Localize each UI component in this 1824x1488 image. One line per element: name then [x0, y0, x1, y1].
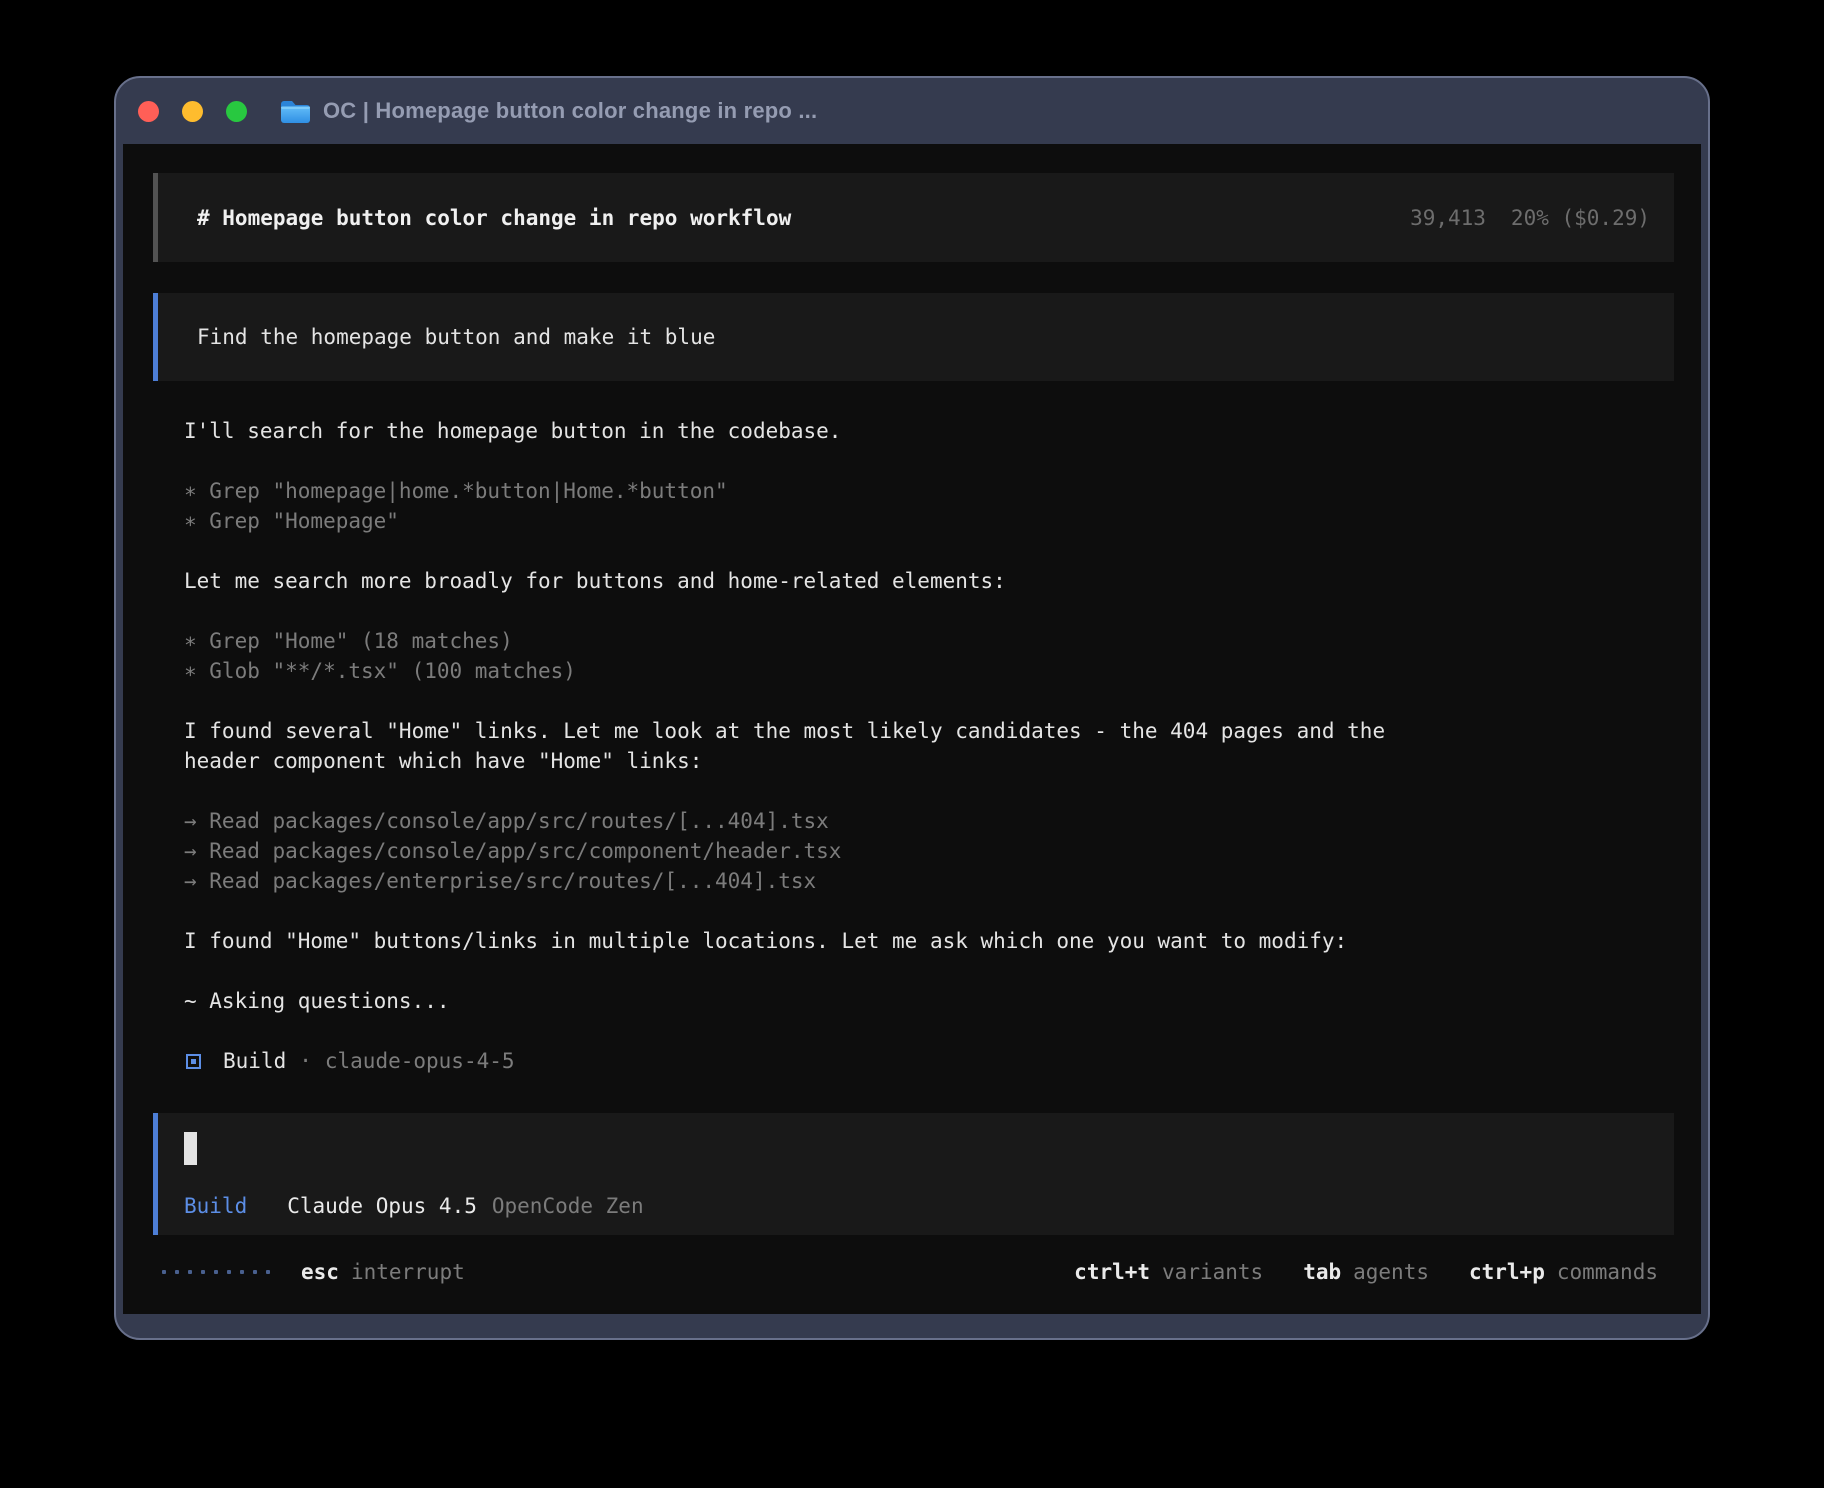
output-line: I'll search for the homepage button in t…	[184, 416, 1674, 446]
context-cost: 20% ($0.29)	[1511, 206, 1650, 230]
hint-key: ctrl+t	[1074, 1257, 1150, 1287]
build-square-icon	[186, 1054, 201, 1069]
assistant-output: I'll search for the homepage button in t…	[184, 416, 1674, 1046]
output-line	[184, 1016, 1674, 1046]
output-line	[184, 686, 1674, 716]
text-cursor	[184, 1132, 197, 1165]
output-line	[184, 536, 1674, 566]
close-button[interactable]	[138, 101, 159, 122]
session-stats: 39,413 20% ($0.29)	[1410, 206, 1650, 230]
window-titlebar: OC | Homepage button color change in rep…	[116, 78, 1708, 144]
input-agent-label: Build	[184, 1191, 247, 1221]
output-line: → Read packages/console/app/src/componen…	[184, 836, 1674, 866]
keyboard-hint: ctrl+t variants	[1074, 1257, 1263, 1287]
user-message: Find the homepage button and make it blu…	[153, 293, 1674, 381]
spinner-dot	[240, 1270, 244, 1274]
input-model-label: Claude Opus 4.5	[287, 1191, 477, 1221]
spinner-dot	[214, 1270, 218, 1274]
output-line	[184, 896, 1674, 926]
statusbar-right: ctrl+t variants tab agents ctrl+p commands	[1074, 1257, 1658, 1287]
output-line: header component which have "Home" links…	[184, 746, 1674, 776]
output-line: Let me search more broadly for buttons a…	[184, 566, 1674, 596]
session-title: # Homepage button color change in repo w…	[197, 206, 791, 230]
terminal-window: OC | Homepage button color change in rep…	[114, 76, 1710, 1340]
output-line: → Read packages/console/app/src/routes/[…	[184, 806, 1674, 836]
output-line: ∗ Grep "homepage|home.*button|Home.*butt…	[184, 476, 1674, 506]
input-provider-label: OpenCode Zen	[492, 1191, 644, 1221]
spinner-dot	[162, 1270, 166, 1274]
output-line: → Read packages/enterprise/src/routes/[.…	[184, 866, 1674, 896]
output-line: I found "Home" buttons/links in multiple…	[184, 926, 1674, 956]
output-line	[184, 446, 1674, 476]
output-line: I found several "Home" links. Let me loo…	[184, 716, 1674, 746]
output-line: ~ Asking questions...	[184, 986, 1674, 1016]
minimize-button[interactable]	[182, 101, 203, 122]
output-line: ∗ Grep "Homepage"	[184, 506, 1674, 536]
spinner-dot	[201, 1270, 205, 1274]
hint-key: tab	[1303, 1257, 1341, 1287]
session-header: # Homepage button color change in repo w…	[153, 173, 1674, 262]
maximize-button[interactable]	[226, 101, 247, 122]
agent-status-row: Build · claude-opus-4-5	[186, 1046, 1701, 1076]
hint-label: agents	[1353, 1257, 1429, 1287]
input-meta: Build Claude Opus 4.5 OpenCode Zen	[184, 1191, 1674, 1221]
prompt-input[interactable]: Build Claude Opus 4.5 OpenCode Zen	[153, 1113, 1674, 1235]
output-line: ∗ Grep "Home" (18 matches)	[184, 626, 1674, 656]
output-line	[184, 776, 1674, 806]
keyboard-hint: tab agents	[1303, 1257, 1429, 1287]
spinner-dot	[253, 1270, 257, 1274]
spinner-dot	[266, 1270, 270, 1274]
token-count: 39,413	[1410, 206, 1486, 230]
spinner-dot	[188, 1270, 192, 1274]
window-title: OC | Homepage button color change in rep…	[323, 98, 817, 124]
statusbar-left: esc interrupt	[162, 1257, 465, 1287]
agent-name: Build	[223, 1046, 286, 1076]
agent-separator: ·	[299, 1046, 312, 1076]
user-message-text: Find the homepage button and make it blu…	[197, 325, 715, 349]
folder-icon	[279, 98, 312, 125]
output-line: ∗ Glob "**/*.tsx" (100 matches)	[184, 656, 1674, 686]
hint-key: ctrl+p	[1469, 1257, 1545, 1287]
output-line	[184, 956, 1674, 986]
spinner-dot	[175, 1270, 179, 1274]
esc-key-label: interrupt	[351, 1257, 465, 1287]
keyboard-hint: ctrl+p commands	[1469, 1257, 1658, 1287]
esc-key-hint: esc	[301, 1257, 339, 1287]
terminal-content: # Homepage button color change in repo w…	[123, 144, 1701, 1314]
statusbar: esc interrupt ctrl+tvariantstabagentsctr…	[162, 1257, 1658, 1287]
spinner-dots	[162, 1270, 270, 1274]
spinner-dot	[227, 1270, 231, 1274]
hint-label: commands	[1557, 1257, 1658, 1287]
agent-model: claude-opus-4-5	[325, 1046, 515, 1076]
hint-label: variants	[1162, 1257, 1263, 1287]
output-line	[184, 596, 1674, 626]
